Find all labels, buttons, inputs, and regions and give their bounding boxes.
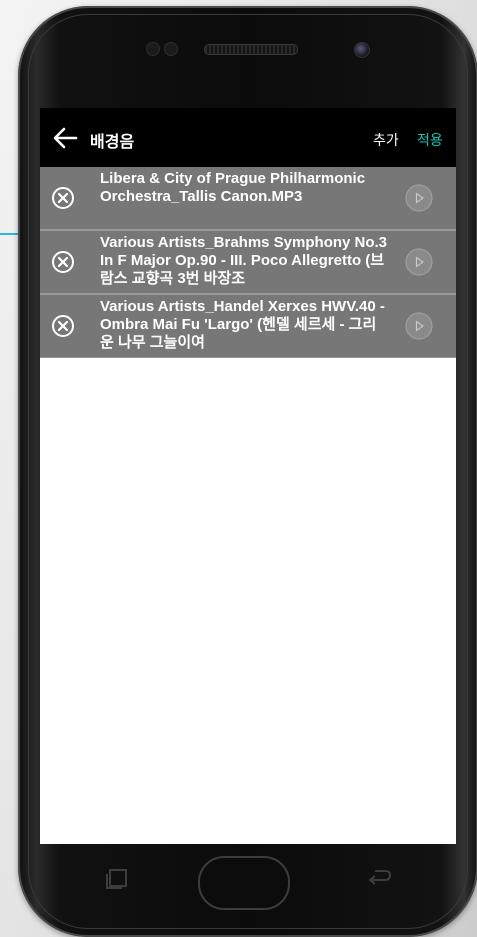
track-row[interactable]: Various Artists_Handel Xerxes HWV.40 - O… [40,295,456,359]
track-row[interactable]: Various Artists_Brahms Symphony No.3 In … [40,231,456,295]
front-camera [354,42,370,58]
play-circle-icon[interactable] [405,312,433,340]
play-circle-icon[interactable] [405,248,433,276]
page-title: 배경음 [90,134,135,151]
arrow-left-icon[interactable] [52,126,78,150]
add-button[interactable]: 추가 [373,130,399,150]
close-circle-icon[interactable] [51,186,75,210]
track-title: Various Artists_Handel Xerxes HWV.40 - O… [100,298,385,351]
play-circle-icon[interactable] [405,184,433,212]
phone-screen: 배경음 추가 적용 Libera & City of Prague Philha… [40,108,456,844]
track-list: Libera & City of Prague Philharmonic Orc… [40,167,456,359]
close-circle-icon[interactable] [51,314,75,338]
back-icon[interactable] [365,868,393,890]
earpiece-speaker [204,44,298,55]
sensor-dot [146,42,160,56]
close-circle-icon[interactable] [51,250,75,274]
apply-button[interactable]: 적용 [417,130,443,150]
track-title: Libera & City of Prague Philharmonic Orc… [100,170,366,205]
recents-icon[interactable] [104,868,130,890]
home-button[interactable] [198,856,290,910]
empty-content-area [40,358,456,844]
sensor-dot [164,42,178,56]
app-bar: 배경음 추가 적용 [40,108,456,167]
track-row[interactable]: Libera & City of Prague Philharmonic Orc… [40,167,456,231]
track-title: Various Artists_Brahms Symphony No.3 In … [100,234,388,287]
